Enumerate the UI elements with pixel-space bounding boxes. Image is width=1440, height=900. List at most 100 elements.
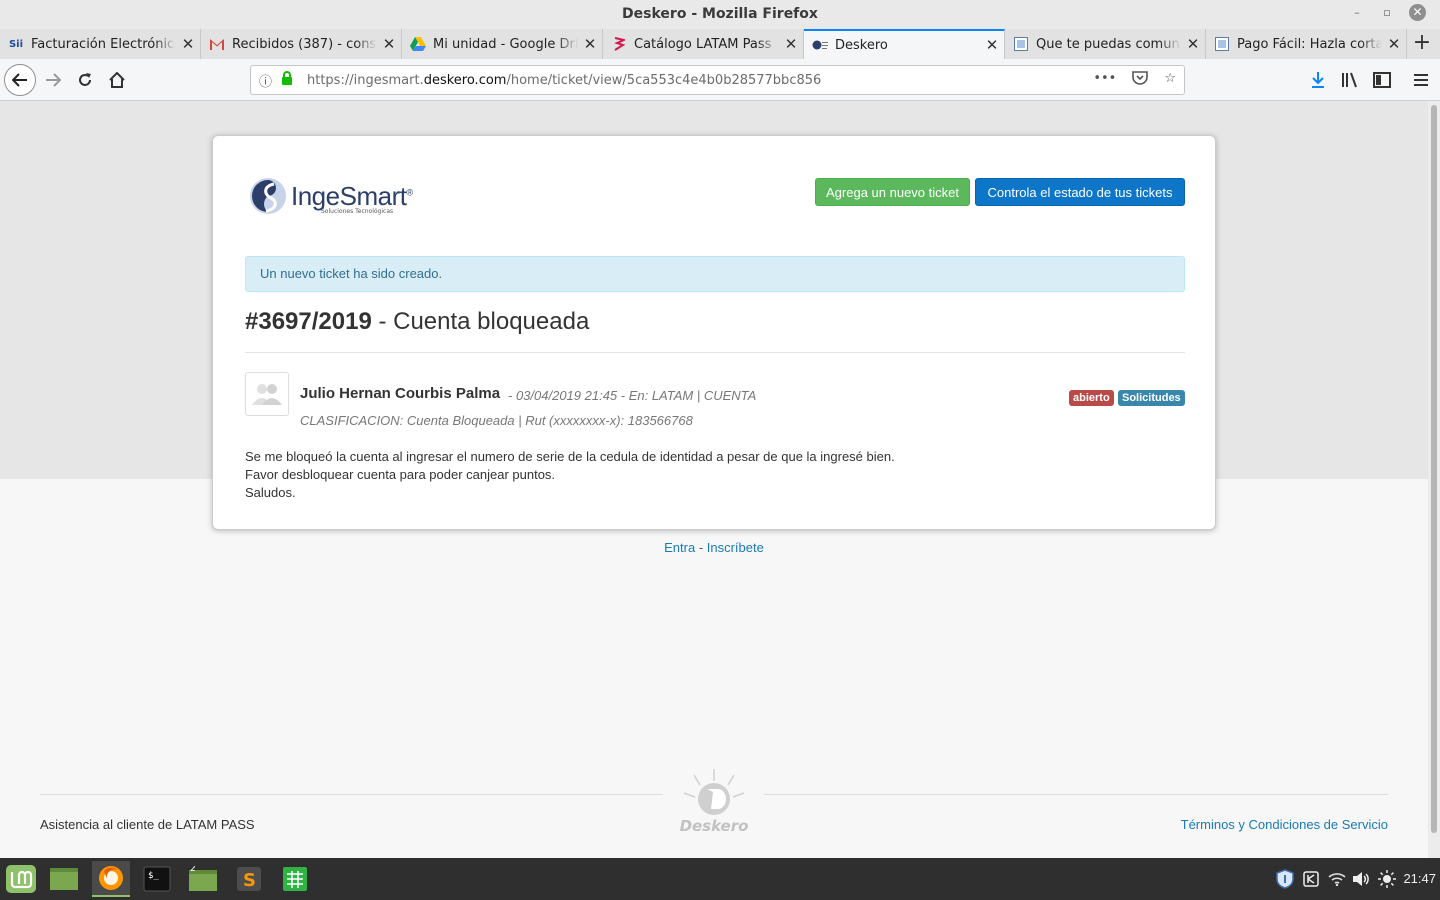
maximize-icon[interactable]: ▫: [1379, 6, 1395, 19]
ticket-title: #3697/2019 - Cuenta bloqueada: [245, 308, 590, 335]
close-tab-icon[interactable]: ✕: [779, 35, 803, 53]
close-tab-icon[interactable]: ✕: [377, 35, 401, 53]
close-window-icon[interactable]: ✕: [1409, 4, 1426, 21]
url-actions: ••• ☆: [1093, 71, 1176, 89]
back-arrow-icon[interactable]: [4, 64, 36, 96]
files-icon[interactable]: 2: [184, 861, 222, 897]
auth-links: Entra - Inscríbete: [664, 540, 764, 555]
ticket-body: Se me bloqueó la cuenta al ingresar el n…: [245, 448, 895, 502]
ticket-status-button[interactable]: Controla el estado de tus tickets: [975, 178, 1185, 206]
footer-support-text: Asistencia al cliente de LATAM PASS: [40, 817, 255, 832]
info-icon[interactable]: ⓘ: [259, 71, 277, 90]
body-line: Se me bloqueó la cuenta al ingresar el n…: [245, 449, 895, 464]
terms-link[interactable]: Términos y Condiciones de Servicio: [1181, 817, 1388, 832]
page-icon: [1013, 36, 1029, 52]
scrollbar-thumb[interactable]: [1431, 105, 1437, 833]
library-icon[interactable]: [1339, 69, 1361, 91]
bookmark-star-icon[interactable]: ☆: [1164, 71, 1176, 89]
drive-icon: [410, 36, 426, 52]
sublime-text-icon[interactable]: S: [230, 861, 268, 897]
minimize-icon[interactable]: –: [1349, 6, 1365, 19]
new-ticket-button[interactable]: Agrega un nuevo ticket: [815, 178, 970, 206]
scrollbar[interactable]: [1428, 101, 1440, 858]
ticket-subject: Cuenta bloqueada: [393, 308, 590, 335]
taskbar: $_ 2 S 21:47: [0, 858, 1440, 900]
close-tab-icon[interactable]: ✕: [578, 35, 602, 53]
url-path: /home/ticket/view/5ca553c4e4b0b28577bbc8…: [506, 72, 822, 88]
tab-comunicar[interactable]: Que te puedas comunicar ✕: [1005, 29, 1206, 59]
ticket-author: Julio Hernan Courbis Palma: [300, 385, 501, 402]
download-icon[interactable]: [1307, 69, 1329, 91]
page-icon: [1214, 36, 1230, 52]
tab-label: Recibidos (387) - construc: [232, 36, 377, 52]
tab-facturacion[interactable]: Sii Facturación Electrónica - ✕: [0, 29, 201, 59]
close-tab-icon[interactable]: ✕: [1181, 35, 1205, 53]
menu-icon[interactable]: [1410, 69, 1432, 91]
logo-brand-text: IngeSmart®: [291, 180, 413, 211]
svg-text:$_: $_: [148, 871, 159, 881]
tab-label: Facturación Electrónica -: [31, 36, 176, 52]
tab-label: Deskero: [835, 37, 888, 53]
page-actions-icon[interactable]: •••: [1093, 71, 1116, 89]
ingesmart-icon: [812, 37, 828, 53]
clock[interactable]: 21:47: [1403, 871, 1436, 886]
url-text[interactable]: https://ingesmart.deskero.com/home/ticke…: [307, 73, 821, 88]
tab-label: Pago Fácil: Hazla corta co: [1237, 36, 1382, 52]
reload-icon[interactable]: [70, 65, 100, 95]
divider: [245, 352, 1185, 353]
close-tab-icon[interactable]: ✕: [176, 35, 200, 53]
signup-link[interactable]: Inscríbete: [707, 540, 764, 555]
new-tab-icon[interactable]: +: [1407, 29, 1437, 59]
tab-drive[interactable]: Mi unidad - Google Drive ✕: [402, 29, 603, 59]
url-domain: deskero.com: [423, 72, 507, 88]
url-bar[interactable]: ⓘ https://ingesmart.deskero.com/home/tic…: [250, 65, 1185, 95]
ingesmart-logo-icon: [250, 178, 286, 214]
sidebar-icon[interactable]: [1371, 69, 1393, 91]
terminal-icon[interactable]: $_: [138, 861, 176, 897]
window-title: Deskero - Mozilla Firefox: [622, 6, 818, 22]
firefox-taskbar-icon[interactable]: [92, 861, 130, 897]
deskero-logo: Deskero: [676, 767, 752, 839]
brightness-icon[interactable]: [1368, 861, 1406, 897]
svg-text:S: S: [243, 870, 256, 891]
close-tab-icon[interactable]: ✕: [1382, 35, 1406, 53]
ticket-meta: - 03/04/2019 21:45 - En: LATAM | CUENTA: [508, 388, 757, 403]
sii-icon: Sii: [8, 38, 24, 50]
ticket-card: IngeSmart® Soluciones Tecnológicas Agreg…: [212, 135, 1216, 530]
window-controls: – ▫ ✕: [1349, 4, 1426, 21]
body-line: Favor desbloquear cuenta para poder canj…: [245, 467, 556, 482]
forward-arrow-icon[interactable]: [38, 65, 68, 95]
spreadsheet-icon[interactable]: [276, 861, 314, 897]
gmail-icon: [209, 36, 225, 52]
show-desktop-icon[interactable]: [45, 861, 83, 897]
footer-divider-left: [40, 794, 663, 795]
logo-subtitle: Soluciones Tecnológicas: [321, 208, 394, 215]
tab-latam[interactable]: Catálogo LATAM Pass ✕: [603, 29, 804, 59]
lock-icon[interactable]: [281, 71, 299, 89]
tab-label: Que te puedas comunicar: [1036, 36, 1181, 52]
url-prefix: https://ingesmart.: [307, 72, 424, 88]
mint-menu-icon[interactable]: [2, 861, 40, 897]
tab-label: Catálogo LATAM Pass: [634, 36, 772, 52]
close-tab-icon[interactable]: ✕: [980, 36, 1004, 54]
home-icon[interactable]: [102, 65, 132, 95]
success-alert: Un nuevo ticket ha sido creado.: [245, 256, 1185, 292]
pocket-icon[interactable]: [1132, 71, 1149, 89]
users-icon: [252, 384, 282, 405]
login-link[interactable]: Entra: [664, 540, 695, 555]
tab-bar: Sii Facturación Electrónica - ✕ Recibido…: [0, 29, 1440, 59]
deskero-logo-text: Deskero: [680, 817, 749, 835]
window-titlebar: Deskero - Mozilla Firefox – ▫ ✕: [0, 0, 1440, 29]
tab-pagofacil[interactable]: Pago Fácil: Hazla corta co ✕: [1206, 29, 1407, 59]
tab-label: Mi unidad - Google Drive: [433, 36, 578, 52]
latam-icon: [611, 36, 627, 52]
svg-text:2: 2: [190, 866, 196, 874]
ticket-classification: CLASIFICACION: Cuenta Bloqueada | Rut (x…: [300, 413, 693, 428]
tab-deskero[interactable]: Deskero ✕: [804, 29, 1005, 59]
footer-divider-right: [764, 794, 1388, 795]
ticket-number: #3697/2019: [245, 308, 372, 335]
tab-gmail[interactable]: Recibidos (387) - construc ✕: [201, 29, 402, 59]
ingesmart-logo[interactable]: IngeSmart® Soluciones Tecnológicas: [249, 176, 413, 216]
page-content: IngeSmart® Soluciones Tecnológicas Agreg…: [0, 101, 1428, 858]
navigation-bar: ⓘ https://ingesmart.deskero.com/home/tic…: [0, 59, 1440, 101]
